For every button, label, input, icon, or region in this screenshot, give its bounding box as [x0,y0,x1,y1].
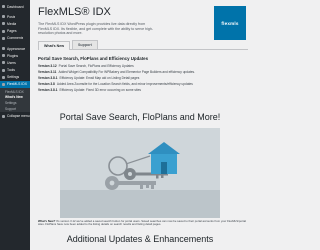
plugin-icon [2,54,5,58]
sidebar-submenu: FlexMLS IDX What's New Settings Support [0,88,30,113]
brush-icon [2,47,5,51]
submenu-item-support[interactable]: Support [0,106,30,112]
submenu-item-label: What's New [5,95,23,100]
release-version: Version 3.8.1 [38,88,58,92]
page-icon [2,29,5,33]
submenu-item-label: Support [5,106,17,111]
media-icon [2,22,5,26]
page-title: FlexMLS® IDX [38,6,111,18]
collapse-menu-label: Collapse menu [7,114,30,119]
release-note: Version 3.12 Portal Save Search, FloPlans… [38,64,246,68]
release-version: Version 3.12 [38,64,57,68]
tab-whats-new[interactable]: What's New [38,41,71,50]
sidebar-item-comments[interactable]: Comments [0,35,30,42]
sidebar-item-plugins[interactable]: Plugins [0,52,30,59]
release-text: Added Area Zoomsite for the Location Sea… [56,82,193,86]
feature-title: Additional Updates & Enhancements [66,234,214,244]
sidebar-item-label: Tools [7,68,15,73]
sidebar-item-label: Plugins [7,53,19,58]
release-note: Version 3.8 Added Area Zoomsite for the L… [38,82,246,86]
release-version: Version 3.8.1 [38,76,58,80]
dashboard-icon [2,5,5,9]
sidebar-item-label: Comments [7,36,24,41]
sidebar-item-tools[interactable]: Tools [0,67,30,74]
sidebar-item-label: Media [7,21,17,26]
sidebar-item-pages[interactable]: Pages [0,28,30,35]
release-text: Efficiency Update: Fixed 3D error occurr… [59,88,141,92]
sidebar-item-dashboard[interactable]: Dashboard [0,3,30,10]
sidebar-item-label: Users [7,60,16,65]
logo-text: flexmls [221,20,239,26]
whats-new-section: Portal Save Search, FloPlans and Efficie… [38,56,246,94]
release-version: Version 3.8 [38,82,55,86]
admin-sidebar: Dashboard Posts Media Pages Comments App… [0,0,30,250]
release-note: Version 3.11 Added Widget Compatibility F… [38,70,246,74]
sidebar-item-label: FlexMLS IDX [7,82,27,87]
tab-bar: What's New Support [38,40,248,50]
section-heading: Portal Save Search, FloPlans and Efficie… [38,56,149,61]
sidebar-item-label: Pages [7,29,17,34]
collapse-menu-button[interactable]: Collapse menu [0,112,30,119]
settings-icon [2,75,5,79]
sidebar-item-label: Settings [7,75,20,80]
sidebar-item-users[interactable]: Users [0,59,30,66]
house-keys-image [60,128,220,218]
collapse-icon [2,114,5,118]
main-content: FlexMLS® IDX The FlexMLS IDX WordPress p… [30,0,250,250]
feature-description: What's New? It's version 3.12 we've adde… [38,219,246,227]
release-note: Version 3.8.1 Efficiency Update: Email Ma… [38,76,246,80]
release-note: Version 3.8.1 Efficiency Update: Fixed 3D… [38,88,246,92]
sidebar-item-appearance[interactable]: Appearance [0,45,30,52]
comment-icon [2,36,5,40]
page-tagline: The FlexMLS IDX WordPress plugin provide… [38,22,154,36]
page-header: FlexMLS® IDX The FlexMLS IDX WordPress p… [38,6,223,36]
feature-desc-text: It's version 3.12 we've added a saved se… [38,219,246,227]
house-keys-illustration [60,128,220,218]
tab-support[interactable]: Support [72,40,98,49]
sidebar-item-settings[interactable]: Settings [0,74,30,81]
sidebar-item-label: Appearance [7,46,26,51]
release-text: Added Widget Compatibility For WPBakery … [58,70,195,74]
sidebar-item-media[interactable]: Media [0,20,30,27]
pin-icon [2,15,5,19]
feature-title: Portal Save Search, FloPlans and More! [59,112,221,122]
sidebar-item-label: Posts [7,14,16,19]
release-version: Version 3.11 [38,70,57,74]
flexmls-logo-badge: flexmls [214,6,246,40]
submenu-item-label: Settings [5,101,17,106]
release-text: Portal Save Search, FloPlans and Efficie… [58,64,134,68]
wrench-icon [2,68,5,72]
sidebar-item-flexmls[interactable]: FlexMLS IDX [0,80,30,89]
user-icon [2,61,5,65]
sidebar-item-posts[interactable]: Posts [0,13,30,20]
release-text: Efficiency Update: Email Map aid on List… [59,76,140,80]
flexmls-icon [2,82,5,86]
sidebar-item-label: Dashboard [7,4,24,9]
submenu-item-label: FlexMLS IDX [5,89,24,94]
